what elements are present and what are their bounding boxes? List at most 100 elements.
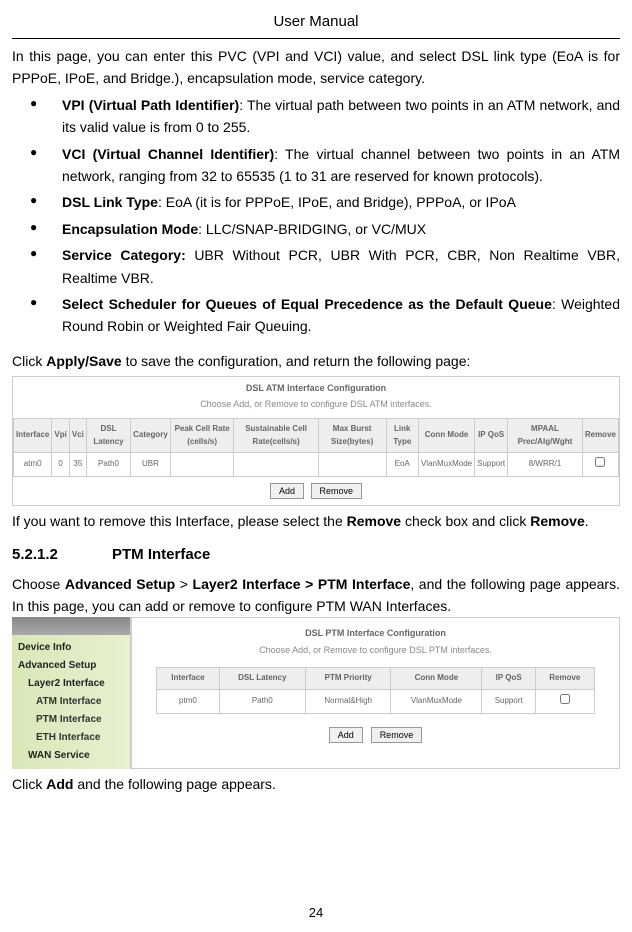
atm-button-row: Add Remove (13, 477, 619, 505)
th-conn-mode: Conn Mode (391, 668, 482, 690)
sidebar-item-atm[interactable]: ATM Interface (16, 693, 126, 711)
table-header-row: Interface DSL Latency PTM Priority Conn … (157, 668, 594, 690)
definition: : EoA (it is for PPPoE, IPoE, and Bridge… (158, 194, 516, 210)
remove-label: Remove (347, 513, 401, 529)
sidebar-item-advanced-setup[interactable]: Advanced Setup (16, 657, 126, 675)
th-sustainable: Sustainable Cell Rate(cells/s) (234, 418, 318, 453)
td-remove-checkbox (536, 690, 595, 714)
section-title: PTM Interface (112, 546, 210, 563)
ptm-screenshot: Device Info Advanced Setup Layer2 Interf… (12, 617, 620, 769)
apply-save-instruction: Click Apply/Save to save the configurati… (12, 350, 620, 372)
atm-table: Interface Vpi Vci DSL Latency Category P… (13, 418, 619, 477)
th-remove: Remove (582, 418, 618, 453)
term: Service Category: (62, 247, 186, 263)
ptm-button-row: Add Remove (132, 714, 619, 752)
th-dsl-latency: DSL Latency (86, 418, 130, 453)
definition: : LLC/SNAP-BRIDGING, or VC/MUX (198, 221, 426, 237)
ptm-table: Interface DSL Latency PTM Priority Conn … (156, 667, 594, 714)
text: Choose (12, 576, 65, 592)
td: 35 (69, 453, 86, 477)
apply-save-label: Apply/Save (46, 353, 121, 369)
th-remove: Remove (536, 668, 595, 690)
th-vci: Vci (69, 418, 86, 453)
sidebar-item-ptm[interactable]: PTM Interface (16, 711, 126, 729)
sidebar-item-eth[interactable]: ETH Interface (16, 729, 126, 747)
th-ptm-priority: PTM Priority (306, 668, 391, 690)
list-item: Select Scheduler for Queues of Equal Pre… (30, 293, 620, 338)
ptm-main-panel: DSL PTM Interface Configuration Choose A… (132, 617, 620, 769)
section-heading: 5.2.1.2PTM Interface (12, 543, 620, 567)
section-number: 5.2.1.2 (12, 543, 112, 567)
th-conn-mode: Conn Mode (418, 418, 474, 453)
table-row: atm0 0 35 Path0 UBR EoA VlanMuxMode Supp… (14, 453, 619, 477)
list-item: VPI (Virtual Path Identifier): The virtu… (30, 94, 620, 139)
th-max-burst: Max Burst Size(bytes) (318, 418, 386, 453)
th-interface: Interface (14, 418, 52, 453)
sidebar-banner (12, 617, 130, 635)
th-interface: Interface (157, 668, 219, 690)
term: VPI (Virtual Path Identifier) (62, 97, 239, 113)
td: 0 (52, 453, 69, 477)
remove-instruction: If you want to remove this Interface, pl… (12, 510, 620, 532)
term: DSL Link Type (62, 194, 158, 210)
td: atm0 (14, 453, 52, 477)
add-label: Add (46, 776, 73, 792)
text: to save the configuration, and return th… (122, 353, 471, 369)
td: Normal&High (306, 690, 391, 714)
td: VlanMuxMode (418, 453, 474, 477)
ptm-title: DSL PTM Interface Configuration (132, 618, 619, 640)
text: check box and click (401, 513, 530, 529)
td: Path0 (219, 690, 305, 714)
list-item: VCI (Virtual Channel Identifier): The vi… (30, 143, 620, 188)
td: Path0 (86, 453, 130, 477)
td: ptm0 (157, 690, 219, 714)
table-row: ptm0 Path0 Normal&High VlanMuxMode Suppo… (157, 690, 594, 714)
remove-button[interactable]: Remove (311, 483, 363, 499)
text: Click (12, 353, 46, 369)
sidebar-item-layer2[interactable]: Layer2 Interface (16, 675, 126, 693)
th-dsl-latency: DSL Latency (219, 668, 305, 690)
td: Support (475, 453, 508, 477)
table-header-row: Interface Vpi Vci DSL Latency Category P… (14, 418, 619, 453)
nav-path: Advanced Setup (65, 576, 175, 592)
th-ip-qos: IP QoS (475, 418, 508, 453)
text: . (585, 513, 589, 529)
add-button[interactable]: Add (329, 727, 363, 743)
td (234, 453, 318, 477)
th-mpaal: MPAAL Prec/Alg/Wght (508, 418, 583, 453)
atm-config-subtitle: Choose Add, or Remove to configure DSL A… (13, 395, 619, 417)
td: Support (482, 690, 536, 714)
ptm-subtitle: Choose Add, or Remove to configure DSL P… (132, 641, 619, 667)
th-ip-qos: IP QoS (482, 668, 536, 690)
remove-label2: Remove (530, 513, 584, 529)
sidebar: Device Info Advanced Setup Layer2 Interf… (12, 617, 132, 769)
intro-paragraph: In this page, you can enter this PVC (VP… (12, 45, 620, 90)
td (318, 453, 386, 477)
remove-button[interactable]: Remove (371, 727, 423, 743)
add-button[interactable]: Add (270, 483, 304, 499)
atm-config-screenshot: DSL ATM Interface Configuration Choose A… (12, 376, 620, 506)
td: 8/WRR/1 (508, 453, 583, 477)
td: EoA (386, 453, 418, 477)
click-add-instruction: Click Add and the following page appears… (12, 773, 620, 795)
remove-checkbox[interactable] (560, 694, 570, 704)
ptm-intro: Choose Advanced Setup > Layer2 Interface… (12, 573, 620, 618)
list-item: Service Category: UBR Without PCR, UBR W… (30, 244, 620, 289)
th-category: Category (131, 418, 171, 453)
text: and the following page appears. (73, 776, 275, 792)
atm-config-title: DSL ATM Interface Configuration (13, 377, 619, 395)
text: > (175, 576, 192, 592)
sidebar-item-device-info[interactable]: Device Info (16, 639, 126, 657)
td (170, 453, 234, 477)
page-number: 24 (0, 903, 632, 924)
nav-path: Layer2 Interface > PTM Interface (193, 576, 411, 592)
term: VCI (Virtual Channel Identifier) (62, 146, 274, 162)
th-vpi: Vpi (52, 418, 69, 453)
text: Click (12, 776, 46, 792)
td: VlanMuxMode (391, 690, 482, 714)
term: Encapsulation Mode (62, 221, 198, 237)
th-link-type: Link Type (386, 418, 418, 453)
sidebar-item-wan[interactable]: WAN Service (16, 747, 126, 765)
remove-checkbox[interactable] (595, 457, 605, 467)
term: Select Scheduler for Queues of Equal Pre… (62, 296, 552, 312)
